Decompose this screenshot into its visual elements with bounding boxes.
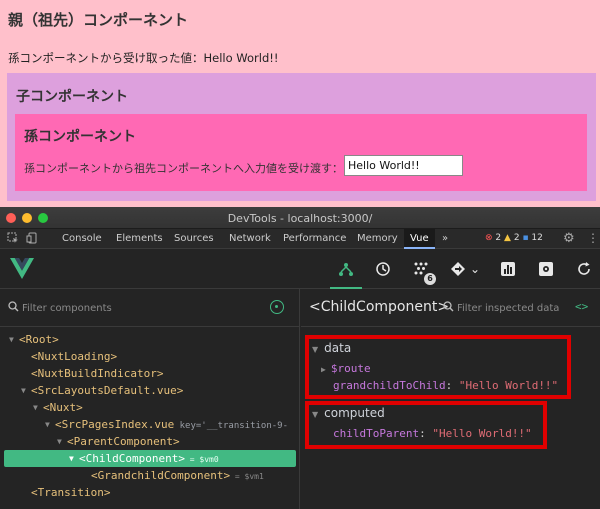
performance-count-badge: 6: [424, 273, 436, 285]
error-icon: ⊗: [485, 233, 493, 243]
tree-item-label: <SrcPagesIndex.vue: [55, 418, 175, 431]
tree-item-parentcomponent[interactable]: ▼ <ParentComponent>: [0, 433, 300, 450]
data-highlight-box: [305, 335, 571, 399]
history-icon[interactable]: [373, 259, 393, 279]
expand-arrow-icon[interactable]: ▼: [21, 382, 26, 399]
components-icon[interactable]: [336, 259, 356, 279]
expand-arrow-icon[interactable]: ▼: [9, 331, 14, 348]
tree-item-root[interactable]: ▼ <Root>: [0, 331, 300, 348]
tree-item-label: <ParentComponent>: [67, 435, 180, 448]
device-toggle-icon[interactable]: [26, 232, 38, 247]
settings-icon[interactable]: [536, 259, 556, 279]
tree-item-key-attr: key='__transition-9-: [174, 421, 289, 431]
expand-arrow-icon[interactable]: ▼: [57, 433, 62, 450]
window-titlebar: DevTools - localhost:3000/: [0, 207, 600, 229]
tab-memory[interactable]: Memory: [357, 233, 398, 244]
grandchild-title: 孫コンポーネント: [24, 129, 136, 145]
child-title: 子コンポーネント: [16, 89, 128, 105]
tree-item-label: <GrandchildComponent>: [91, 469, 231, 482]
tab-performance[interactable]: Performance: [283, 233, 346, 244]
vue-logo-icon: [10, 258, 34, 283]
component-filter-row: [0, 289, 300, 327]
tree-item-nuxtbuildindicator[interactable]: <NuxtBuildIndicator>: [0, 365, 300, 382]
inspector-pane: <ChildComponent> <> ▼data ▶$route grandc…: [301, 289, 600, 509]
select-component-target-icon[interactable]: [270, 300, 284, 314]
settings-gear-icon[interactable]: ⚙: [563, 231, 575, 246]
inspected-data-filter-input[interactable]: [457, 300, 567, 316]
inspect-element-icon[interactable]: [7, 232, 19, 247]
window-title: DevTools - localhost:3000/: [227, 212, 373, 225]
more-tabs-button[interactable]: »: [442, 233, 448, 244]
tree-item-nuxtloading[interactable]: <NuxtLoading>: [0, 348, 300, 365]
input-label: 孫コンポーネントから祖先コンポーネントへ入力値を受け渡す：: [24, 162, 343, 175]
open-source-code-icon[interactable]: <>: [575, 300, 588, 313]
inspected-component-title: <ChildComponent>: [309, 299, 450, 315]
grandchild-component-box: 孫コンポーネント 孫コンポーネントから祖先コンポーネントへ入力値を受け渡す：: [15, 114, 587, 191]
expand-arrow-icon[interactable]: ▼: [45, 416, 50, 433]
child-component-box: 子コンポーネント 孫コンポーネント 孫コンポーネントから祖先コンポーネントへ入力…: [7, 73, 596, 201]
tree-item-nuxt[interactable]: ▼ <Nuxt>: [0, 399, 300, 416]
tree-item-srcpagesindex[interactable]: ▼ <SrcPagesIndex.vue key='__transition-9…: [0, 416, 300, 433]
error-count: 2: [495, 233, 502, 243]
vue-app: 親（祖先）コンポーネント 孫コンポーネントから受け取った値：Hello Worl…: [0, 0, 600, 207]
warning-count: 2: [513, 233, 520, 243]
component-filter-input[interactable]: [22, 300, 262, 316]
tab-console[interactable]: Console: [62, 233, 102, 244]
tab-elements[interactable]: Elements: [116, 233, 163, 244]
value-input[interactable]: [344, 155, 463, 176]
message-count: 12: [531, 233, 543, 243]
refresh-icon[interactable]: [574, 259, 594, 279]
expand-arrow-icon[interactable]: ▼: [69, 450, 74, 467]
tab-network[interactable]: Network: [229, 233, 271, 244]
tree-item-vm-ref: = $vm0: [184, 455, 219, 464]
search-icon: [8, 301, 19, 315]
message-icon: ▪: [522, 233, 529, 243]
devtools-tabbar: Console Elements Sources Network Perform…: [0, 229, 600, 249]
tab-sources[interactable]: Sources: [174, 233, 214, 244]
tab-vue[interactable]: Vue: [404, 229, 435, 249]
warning-icon: ▲: [504, 233, 511, 243]
search-icon: [443, 301, 454, 315]
tree-item-transition[interactable]: <Transition>: [0, 484, 300, 501]
expand-arrow-icon[interactable]: ▼: [33, 399, 38, 416]
tree-item-srclayoutsdefault[interactable]: ▼ <SrcLayoutsDefault.vue>: [0, 382, 300, 399]
tree-item-label: <Transition>: [31, 486, 111, 499]
tree-item-childcomponent[interactable]: ▼ <ChildComponent> = $vm0: [4, 450, 296, 467]
tree-item-label: <SrcLayoutsDefault.vue>: [31, 384, 184, 397]
chart-icon[interactable]: [498, 259, 518, 279]
kebab-menu-icon[interactable]: ⋮: [587, 231, 599, 245]
received-value-text: 孫コンポーネントから受け取った値：Hello World!!: [8, 51, 279, 65]
tree-item-vm-ref: = $vm1: [230, 472, 264, 481]
parent-title: 親（祖先）コンポーネント: [8, 11, 189, 29]
tree-item-grandchildcomponent[interactable]: <GrandchildComponent> = $vm1: [0, 467, 300, 484]
console-counts[interactable]: ⊗ 2 ▲ 2 ▪ 12: [485, 233, 543, 243]
vue-devtools-toolbar: 6 ⌄: [0, 249, 600, 289]
tree-item-label: <Root>: [19, 333, 59, 346]
tree-item-label: <NuxtBuildIndicator>: [31, 367, 164, 380]
component-tree-pane: ▼ <Root> <NuxtLoading> <NuxtBuildIndicat…: [0, 289, 300, 509]
tree-item-label: <Nuxt>: [43, 401, 83, 414]
tree-item-label: <ChildComponent>: [79, 452, 185, 465]
computed-highlight-box: [305, 401, 547, 449]
inspector-header: <ChildComponent> <>: [301, 289, 600, 327]
tree-item-label: <NuxtLoading>: [31, 350, 118, 363]
chevron-down-icon[interactable]: ⌄: [465, 259, 485, 279]
devtools-window: DevTools - localhost:3000/ Console Eleme…: [0, 207, 600, 509]
